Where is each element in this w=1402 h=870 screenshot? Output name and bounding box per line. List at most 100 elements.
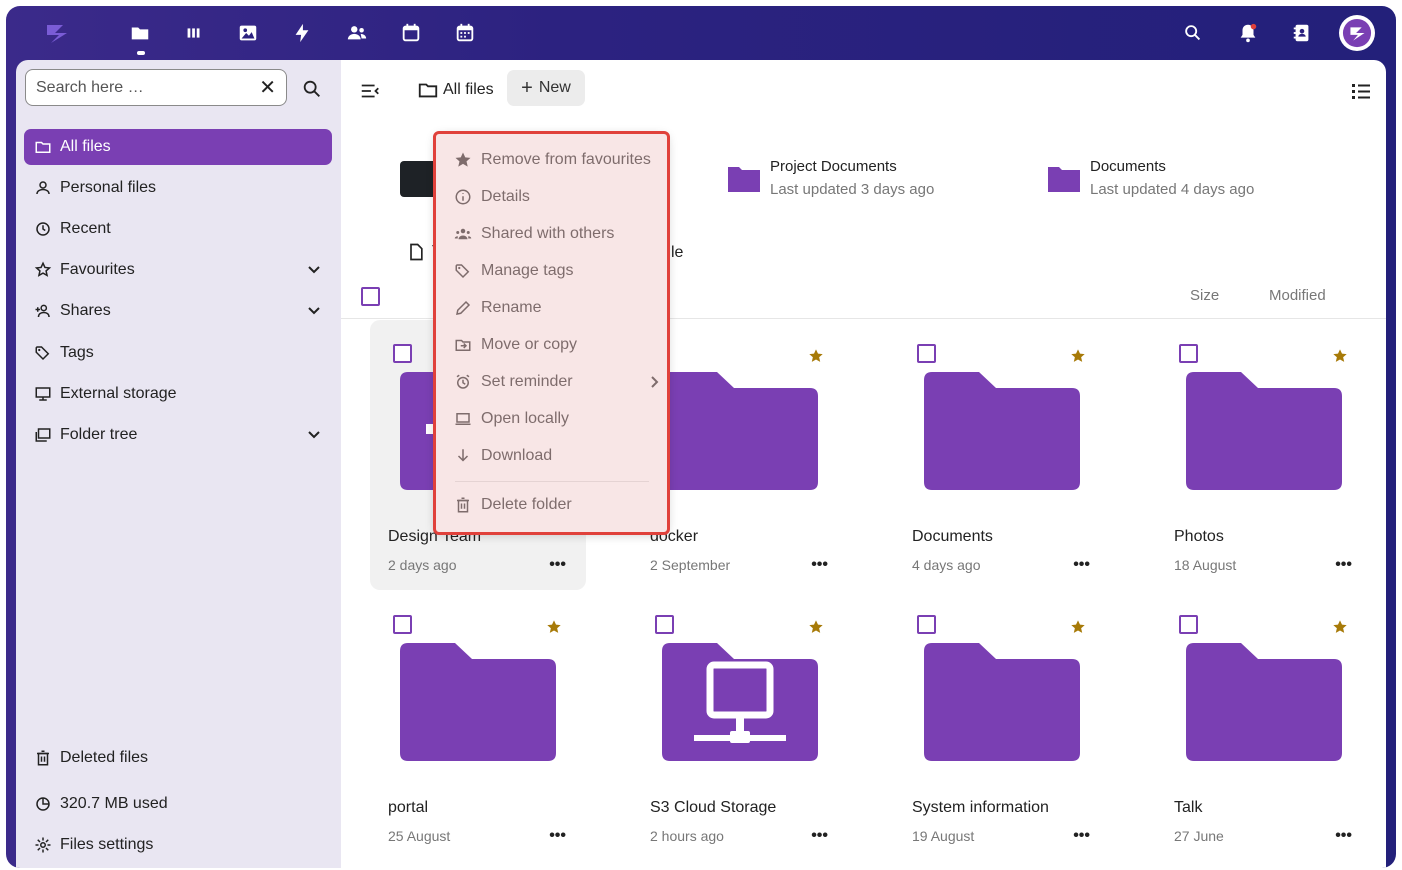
file-date: 27 June: [1174, 828, 1224, 844]
toggle-sidebar-icon[interactable]: [359, 80, 381, 102]
activity-icon[interactable]: [181, 20, 207, 46]
sidebar-item-favourites[interactable]: Favourites: [24, 252, 332, 288]
chevron-down-icon[interactable]: [306, 261, 322, 277]
flash-icon[interactable]: [289, 20, 315, 46]
file-tile[interactable]: Photos 18 August •••: [1156, 320, 1372, 590]
select-checkbox[interactable]: [655, 615, 674, 634]
recent-thumbnail[interactable]: [400, 161, 440, 197]
notifications-icon[interactable]: [1235, 20, 1261, 46]
menu-item-remove-favourite[interactable]: Remove from favourites: [453, 148, 653, 172]
folder-icon: [32, 136, 54, 158]
menu-item-details[interactable]: Details: [453, 185, 653, 209]
select-all-checkbox[interactable]: [361, 287, 380, 306]
file-tile[interactable]: System information 19 August •••: [894, 591, 1110, 861]
search-icon[interactable]: [1180, 20, 1206, 46]
favorite-star-icon[interactable]: [546, 619, 562, 635]
new-button[interactable]: + New: [507, 70, 585, 106]
folder-tree-icon: [32, 424, 54, 446]
menu-item-reminder[interactable]: Set reminder: [453, 370, 659, 394]
sidebar: Search here … ✕ All files Personal files…: [16, 60, 341, 868]
menu-item-tags[interactable]: Manage tags: [453, 259, 653, 283]
trash-icon: [32, 747, 54, 769]
gear-icon: [32, 834, 54, 856]
more-actions-icon[interactable]: •••: [1073, 827, 1090, 845]
contacts-menu-icon[interactable]: [1289, 20, 1315, 46]
more-actions-icon[interactable]: •••: [549, 556, 566, 574]
more-actions-icon[interactable]: •••: [1335, 827, 1352, 845]
menu-item-rename[interactable]: Rename: [453, 296, 653, 320]
files-icon[interactable]: [127, 20, 153, 46]
folder-icon: [728, 167, 760, 192]
menu-item-shared[interactable]: Shared with others: [453, 222, 653, 246]
recent-card[interactable]: Project Documents Last updated 3 days ag…: [728, 158, 934, 198]
list-view-icon[interactable]: [1349, 79, 1373, 103]
favorite-star-icon[interactable]: [1332, 619, 1348, 635]
select-checkbox[interactable]: [917, 615, 936, 634]
select-checkbox[interactable]: [1179, 344, 1198, 363]
sidebar-item-files-settings[interactable]: Files settings: [24, 827, 332, 863]
column-size[interactable]: Size: [1190, 287, 1219, 304]
thumbnail-image: [400, 161, 440, 197]
menu-item-open-locally[interactable]: Open locally: [453, 407, 653, 431]
sidebar-item-shares[interactable]: Shares: [24, 293, 332, 329]
favorite-star-icon[interactable]: [1070, 619, 1086, 635]
clear-search-icon[interactable]: ✕: [259, 75, 276, 100]
file-name: Documents: [912, 528, 993, 545]
select-checkbox[interactable]: [393, 344, 412, 363]
folder-icon: [924, 372, 1080, 490]
select-checkbox[interactable]: [393, 615, 412, 634]
search-submit-icon[interactable]: [301, 78, 323, 100]
recent-card[interactable]: Documents Last updated 4 days ago: [1048, 158, 1254, 198]
favorite-star-icon[interactable]: [1332, 348, 1348, 364]
sidebar-item-all-files[interactable]: All files: [24, 129, 332, 165]
more-actions-icon[interactable]: •••: [549, 827, 566, 845]
favorite-star-icon[interactable]: [808, 348, 824, 364]
favorite-star-icon[interactable]: [808, 619, 824, 635]
favorite-star-icon[interactable]: [1070, 348, 1086, 364]
calendar-icon[interactable]: [398, 20, 424, 46]
more-actions-icon[interactable]: •••: [811, 556, 828, 574]
chevron-down-icon[interactable]: [306, 426, 322, 442]
file-date: 18 August: [1174, 557, 1237, 573]
contacts-icon[interactable]: [344, 20, 370, 46]
sidebar-item-tags[interactable]: Tags: [24, 335, 332, 371]
column-modified[interactable]: Modified: [1269, 287, 1326, 304]
folder-icon: [418, 83, 438, 98]
breadcrumb[interactable]: All files: [417, 79, 494, 101]
file-name: System information: [912, 799, 1049, 816]
select-checkbox[interactable]: [1179, 615, 1198, 634]
menu-item-label: Shared with others: [481, 225, 615, 242]
logo-icon[interactable]: [40, 20, 74, 46]
more-actions-icon[interactable]: •••: [811, 827, 828, 845]
select-checkbox[interactable]: [917, 344, 936, 363]
file-tile[interactable]: S3 Cloud Storage 2 hours ago •••: [632, 591, 848, 861]
sidebar-item-deleted-files[interactable]: Deleted files: [24, 740, 332, 776]
menu-item-move-copy[interactable]: Move or copy: [453, 333, 653, 357]
sidebar-item-label: Deleted files: [60, 749, 149, 766]
file-tile[interactable]: Documents 4 days ago •••: [894, 320, 1110, 590]
menu-item-download[interactable]: Download: [453, 444, 653, 468]
chevron-down-icon[interactable]: [306, 302, 322, 318]
recent-subtitle: Last updated 4 days ago: [1090, 181, 1255, 198]
menu-item-delete-folder[interactable]: Delete folder: [453, 493, 653, 517]
sidebar-item-external-storage[interactable]: External storage: [24, 376, 332, 412]
folder-icon: [662, 372, 818, 490]
plus-icon: +: [521, 76, 533, 99]
user-avatar[interactable]: [1339, 15, 1375, 51]
more-actions-icon[interactable]: •••: [1073, 556, 1090, 574]
photos-icon[interactable]: [235, 20, 261, 46]
info-icon: [453, 187, 473, 207]
sidebar-item-personal-files[interactable]: Personal files: [24, 170, 332, 206]
search-input[interactable]: Search here … ✕: [25, 69, 287, 106]
more-actions-icon[interactable]: •••: [1335, 556, 1352, 574]
calendar-grid-icon[interactable]: [452, 20, 478, 46]
recent-title: Project Documents: [770, 158, 897, 175]
sidebar-item-folder-tree[interactable]: Folder tree: [24, 417, 332, 453]
file-tile[interactable]: portal 25 August •••: [370, 591, 586, 861]
sidebar-item-label: Favourites: [60, 261, 135, 278]
person-icon: [32, 177, 54, 199]
folder-icon: [400, 643, 556, 761]
file-tile[interactable]: Talk 27 June •••: [1156, 591, 1372, 861]
menu-item-label: Open locally: [481, 410, 570, 427]
sidebar-item-recent[interactable]: Recent: [24, 211, 332, 247]
